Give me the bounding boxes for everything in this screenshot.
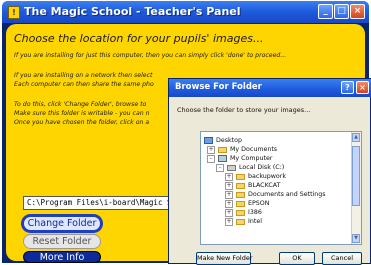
folder-icon xyxy=(236,209,245,216)
tree-item-label: Local Disk (C:) xyxy=(239,164,285,171)
folder-icon xyxy=(236,218,245,225)
app-icon: ! xyxy=(8,6,20,19)
instruction-line: Make sure this folder is writable - you … xyxy=(14,110,150,117)
tree-item-my-documents[interactable]: + My Documents xyxy=(207,145,277,154)
scroll-up-icon[interactable]: ▲ xyxy=(352,133,360,142)
reset-folder-button[interactable]: Reset Folder xyxy=(23,234,101,249)
expand-icon[interactable]: + xyxy=(225,217,233,226)
tree-item-folder[interactable]: + BLACKCAT xyxy=(225,181,280,190)
scroll-down-icon[interactable]: ▼ xyxy=(352,234,360,243)
tree-item-label: Intel xyxy=(248,218,262,225)
instruction-line: To do this, click 'Change Folder', brows… xyxy=(14,101,147,108)
minimize-button[interactable]: _ xyxy=(318,4,333,19)
folder-tree[interactable]: Desktop + My Documents - My Computer - L… xyxy=(200,131,362,245)
expand-icon[interactable]: + xyxy=(225,199,233,208)
tree-item-desktop[interactable]: Desktop xyxy=(204,136,242,145)
help-button[interactable]: ? xyxy=(341,81,354,94)
tree-item-local-disk[interactable]: - Local Disk (C:) xyxy=(216,163,284,172)
close-button[interactable]: × xyxy=(350,4,365,19)
tree-item-my-computer[interactable]: - My Computer xyxy=(207,154,272,163)
tree-item-folder[interactable]: + I386 xyxy=(225,208,262,217)
folder-icon xyxy=(236,200,245,207)
panel-heading: Choose the location for your pupils' ima… xyxy=(14,32,264,45)
instruction-line: Once you have chosen the folder, click o… xyxy=(14,119,150,126)
folder-icon xyxy=(236,173,245,180)
disk-icon xyxy=(227,164,236,171)
main-titlebar[interactable]: ! The Magic School - Teacher's Panel _ □… xyxy=(2,1,369,23)
dialog-prompt: Choose the folder to store your images..… xyxy=(177,106,311,114)
make-new-folder-button[interactable]: Make New Folder xyxy=(196,252,253,265)
tree-item-folder[interactable]: + Documents and Settings xyxy=(225,190,326,199)
maximize-button[interactable]: □ xyxy=(334,4,349,19)
tree-item-folder[interactable]: + backupwork xyxy=(225,172,286,181)
scroll-thumb[interactable] xyxy=(352,146,360,206)
tree-item-label: Desktop xyxy=(216,137,242,144)
collapse-icon[interactable]: - xyxy=(207,154,215,163)
tree-item-label: EPSON xyxy=(248,200,270,207)
tree-scrollbar[interactable]: ▲ ▼ xyxy=(351,132,361,244)
tree-item-label: I386 xyxy=(248,209,262,216)
collapse-icon[interactable]: - xyxy=(216,163,224,172)
dialog-close-button[interactable]: × xyxy=(356,81,369,94)
tree-item-label: My Computer xyxy=(230,155,273,162)
expand-icon[interactable]: + xyxy=(225,190,233,199)
cancel-button[interactable]: Cancel xyxy=(322,252,362,265)
instruction-line: If you are installing for just this comp… xyxy=(14,52,287,59)
folder-icon xyxy=(218,146,227,153)
tree-item-label: BLACKCAT xyxy=(248,182,281,189)
window-title: The Magic School - Teacher's Panel xyxy=(24,5,241,18)
tree-item-label: Documents and Settings xyxy=(248,191,326,198)
dialog-title: Browse For Folder xyxy=(175,82,262,92)
ok-button[interactable]: OK xyxy=(279,252,315,265)
instruction-line: Each computer can then share the same ph… xyxy=(14,81,154,88)
change-folder-button[interactable]: Change Folder xyxy=(23,216,101,231)
expand-icon[interactable]: + xyxy=(207,145,215,154)
folder-icon xyxy=(236,182,245,189)
dialog-titlebar[interactable]: Browse For Folder ? × xyxy=(169,79,371,97)
tree-item-folder[interactable]: + Intel xyxy=(225,217,262,226)
computer-icon xyxy=(218,155,227,162)
tree-item-folder[interactable]: + EPSON xyxy=(225,199,269,208)
tree-item-label: My Documents xyxy=(230,146,278,153)
more-info-button[interactable]: More Info xyxy=(23,251,101,263)
browse-folder-dialog: Browse For Folder ? × Choose the folder … xyxy=(168,78,371,265)
folder-icon xyxy=(236,191,245,198)
expand-icon[interactable]: + xyxy=(225,181,233,190)
expand-icon[interactable]: + xyxy=(225,208,233,217)
expand-icon[interactable]: + xyxy=(225,172,233,181)
desktop-icon xyxy=(204,137,213,144)
instruction-line: If you are installing on a network then … xyxy=(14,72,153,79)
tree-item-label: backupwork xyxy=(248,173,286,180)
